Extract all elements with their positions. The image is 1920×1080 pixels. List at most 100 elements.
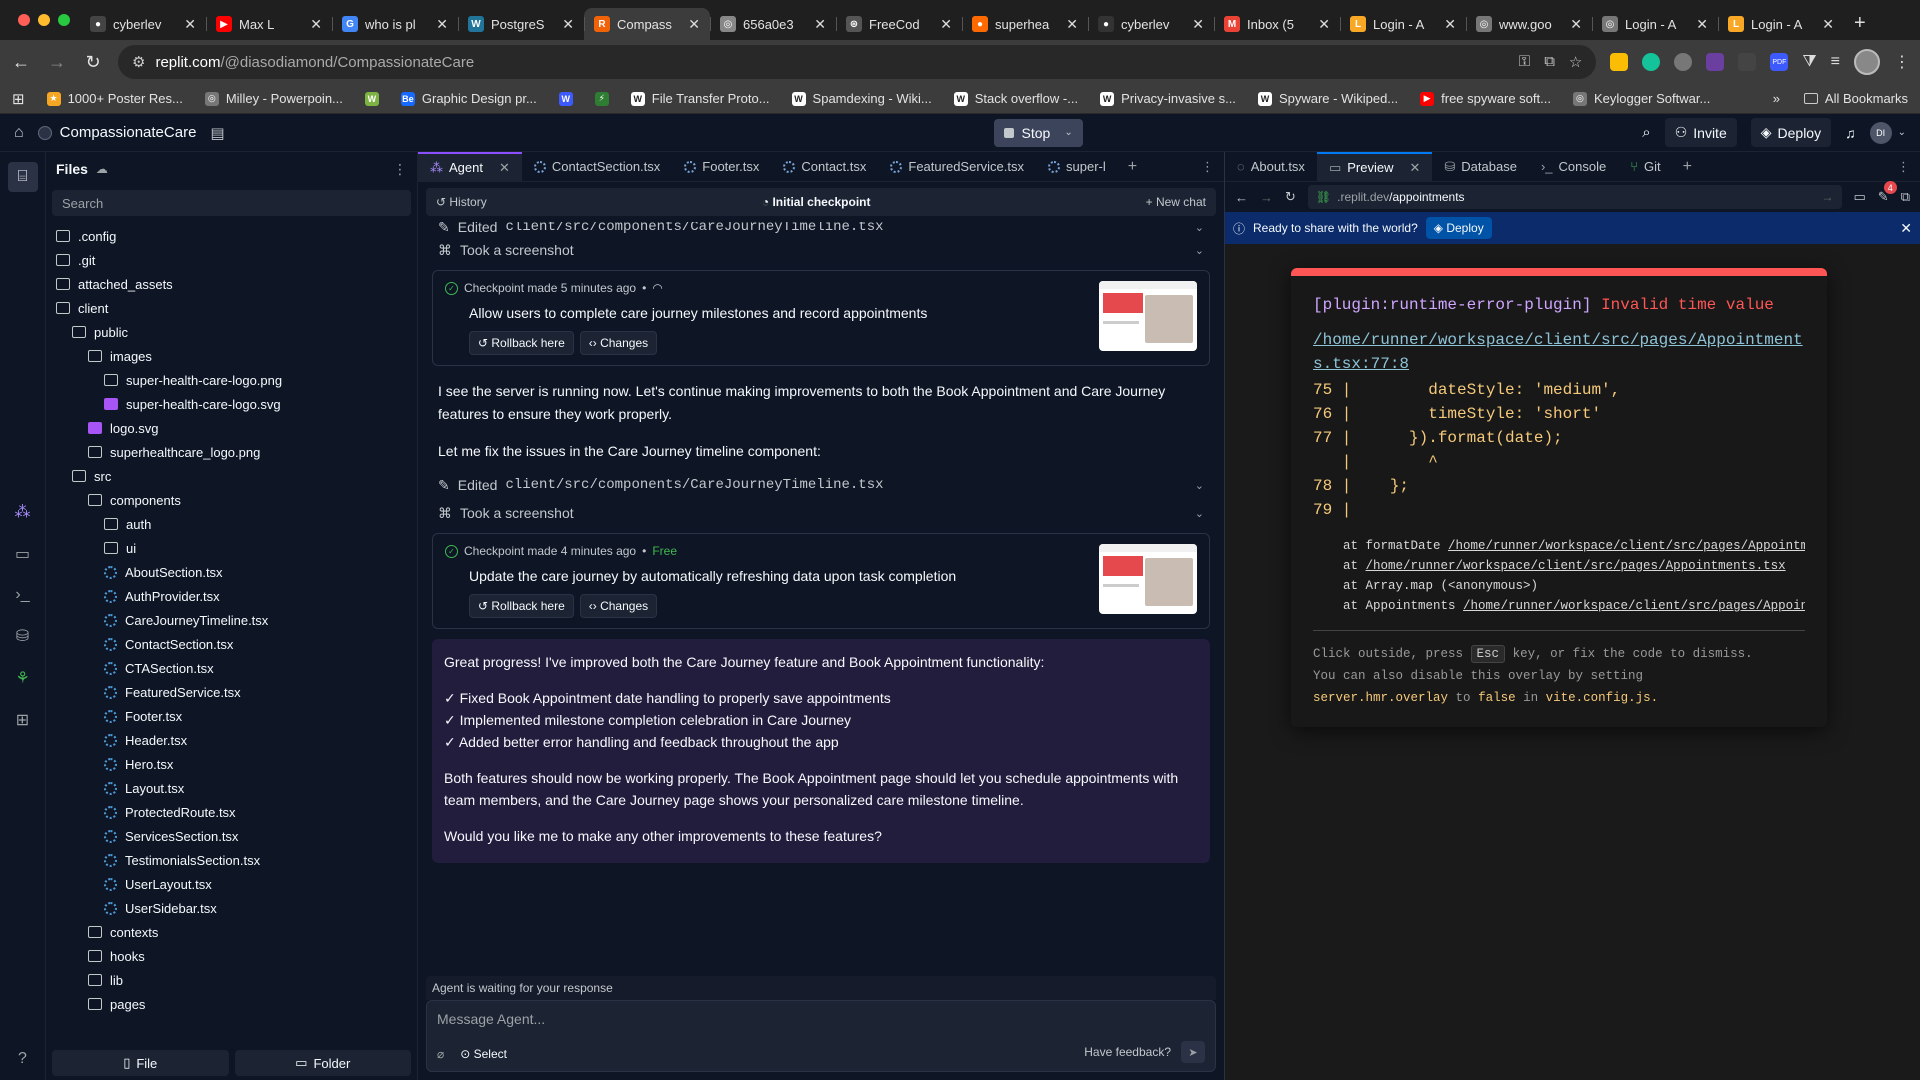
file-item[interactable]: CareJourneyTimeline.tsx: [46, 608, 417, 632]
message-input[interactable]: Message Agent...: [437, 1011, 545, 1027]
close-tab-icon[interactable]: ✕: [814, 16, 826, 33]
close-tab-icon[interactable]: ✕: [184, 16, 196, 33]
file-item[interactable]: Layout.tsx: [46, 776, 417, 800]
close-tab-icon[interactable]: ✕: [940, 16, 952, 33]
browser-tab[interactable]: ● cyberlev ✕: [80, 8, 206, 40]
file-item[interactable]: Footer.tsx: [46, 704, 417, 728]
folder-item[interactable]: .config: [46, 224, 417, 248]
media-controls-icon[interactable]: ≡: [1831, 53, 1840, 71]
error-file-link[interactable]: /home/runner/workspace/client/src/pages/…: [1313, 328, 1805, 376]
folder-item[interactable]: images: [46, 344, 417, 368]
bookmark-item[interactable]: ▶ free spyware soft...: [1420, 91, 1551, 106]
file-item[interactable]: CTASection.tsx: [46, 656, 417, 680]
rollback-button[interactable]: ↺ Rollback here: [469, 594, 574, 618]
close-tab-icon[interactable]: ✕: [562, 16, 574, 33]
changes-button[interactable]: ‹› Changes: [579, 331, 658, 355]
changes-button[interactable]: ‹› Changes: [579, 594, 658, 618]
file-item[interactable]: Hero.tsx: [46, 752, 417, 776]
error-overlay[interactable]: [plugin:runtime-error-plugin] Invalid ti…: [1291, 268, 1827, 727]
history-button[interactable]: ↺ History: [436, 195, 487, 209]
install-icon[interactable]: ⧉: [1544, 53, 1555, 71]
browser-tab[interactable]: ⊛ FreeCod ✕: [836, 8, 962, 40]
editor-tab[interactable]: Contact.tsx: [771, 152, 878, 182]
browser-tab[interactable]: ◎ Login - A ✕: [1592, 8, 1718, 40]
checkpoint-thumbnail[interactable]: [1099, 544, 1197, 614]
preview-url-bar[interactable]: ⛓ .replit.dev/appointments →: [1307, 185, 1842, 209]
project-name-button[interactable]: CompassionateCare: [37, 124, 196, 141]
file-item[interactable]: AuthProvider.tsx: [46, 584, 417, 608]
bookmark-star-icon[interactable]: ☆: [1569, 53, 1582, 71]
folder-item[interactable]: auth: [46, 512, 417, 536]
add-tab-icon[interactable]: +: [1673, 158, 1702, 176]
user-avatar[interactable]: DI: [1869, 121, 1892, 144]
more-options-icon[interactable]: ⋮: [1191, 159, 1224, 175]
browser-tab[interactable]: ◎ www.goo ✕: [1466, 8, 1592, 40]
files-menu-icon[interactable]: ⋮: [393, 161, 407, 178]
site-info-icon[interactable]: ⚙: [132, 53, 145, 71]
file-item[interactable]: ServicesSection.tsx: [46, 824, 417, 848]
editor-tab[interactable]: super-l: [1036, 152, 1118, 182]
chevron-down-icon[interactable]: ⌄: [1195, 507, 1204, 520]
close-tab-icon[interactable]: ✕: [1822, 16, 1834, 33]
new-file-button[interactable]: ▯ File: [52, 1050, 229, 1076]
folder-item[interactable]: attached_assets: [46, 272, 417, 296]
file-item[interactable]: super-health-care-logo.png: [46, 368, 417, 392]
key-icon[interactable]: ⚿: [1519, 53, 1530, 71]
stack-link[interactable]: /home/runner/workspace/client/src/pages/…: [1448, 539, 1805, 553]
folder-item[interactable]: components: [46, 488, 417, 512]
stop-button[interactable]: Stop ⌄: [993, 118, 1083, 147]
bookmark-item[interactable]: W Spamdexing - Wiki...: [791, 91, 932, 106]
stack-link[interactable]: /home/runner/workspace/client/src/pages/…: [1366, 559, 1786, 573]
folder-item[interactable]: src: [46, 464, 417, 488]
invite-button[interactable]: ⚇ Invite: [1664, 118, 1737, 147]
new-tab-button[interactable]: +: [1844, 12, 1876, 35]
close-tab-icon[interactable]: ✕: [1409, 160, 1420, 176]
deployments-icon[interactable]: ⚘: [15, 668, 29, 688]
agent-icon[interactable]: ⁂: [15, 502, 31, 522]
help-icon[interactable]: ?: [18, 1050, 27, 1068]
devices-icon[interactable]: ▭: [1854, 189, 1866, 205]
browser-tab[interactable]: L Login - A ✕: [1718, 8, 1844, 40]
close-tab-icon[interactable]: ✕: [310, 16, 322, 33]
editor-tab[interactable]: ⁂ Agent ✕: [418, 151, 522, 182]
profile-avatar[interactable]: [1854, 49, 1880, 75]
bookmark-item[interactable]: W File Transfer Proto...: [630, 91, 770, 106]
apps-grid-icon[interactable]: ⊞: [12, 90, 25, 108]
files-search-input[interactable]: Search: [52, 190, 411, 216]
go-arrow-icon[interactable]: →: [1822, 190, 1834, 204]
new-folder-button[interactable]: ▭ Folder: [234, 1050, 411, 1076]
database-icon[interactable]: ⛁: [16, 626, 29, 646]
all-bookmarks-button[interactable]: All Bookmarks: [1803, 91, 1908, 106]
folder-item[interactable]: pages: [46, 992, 417, 1016]
preview-tab[interactable]: ▭ Preview ✕: [1316, 151, 1433, 182]
forward-icon[interactable]: →: [1260, 190, 1273, 205]
search-icon[interactable]: ⌕: [1642, 124, 1650, 141]
checkpoint-selector[interactable]: ◔ Initial checkpoint: [487, 195, 1146, 209]
all-tools-icon[interactable]: ⊞: [16, 710, 29, 730]
chevron-down-icon[interactable]: ⌄: [1195, 222, 1204, 234]
drive-extension-icon[interactable]: [1610, 53, 1629, 71]
preview-tab[interactable]: ◌ About.tsx: [1225, 152, 1317, 182]
banner-deploy-button[interactable]: ◈ Deploy: [1425, 217, 1492, 239]
close-tab-icon[interactable]: ✕: [1318, 16, 1330, 33]
browser-tab[interactable]: L Login - A ✕: [1340, 8, 1466, 40]
bookmark-item[interactable]: W Stack overflow -...: [953, 91, 1078, 106]
folder-item[interactable]: hooks: [46, 944, 417, 968]
project-settings-icon[interactable]: ▤: [210, 124, 224, 142]
reload-icon[interactable]: ↻: [82, 52, 104, 73]
screenshot-action[interactable]: ⌘ Took a screenshot ⌄: [432, 236, 1210, 264]
bookmark-item[interactable]: ★ 1000+ Poster Res...: [46, 91, 183, 106]
deploy-button[interactable]: ◈ Deploy: [1750, 118, 1832, 147]
edit-action[interactable]: ✎ Edited client/src/components/CareJourn…: [432, 222, 1210, 236]
file-item[interactable]: TestimonialsSection.tsx: [46, 848, 417, 872]
chevron-down-icon[interactable]: ⌄: [1195, 244, 1204, 257]
folder-item[interactable]: contexts: [46, 920, 417, 944]
back-icon[interactable]: ←: [10, 52, 32, 73]
bookmark-item[interactable]: Be Graphic Design pr...: [400, 91, 537, 106]
attach-icon[interactable]: ⌀: [437, 1047, 444, 1061]
minimize-window-button[interactable]: [38, 14, 50, 26]
folder-item[interactable]: public: [46, 320, 417, 344]
forward-icon[interactable]: →: [46, 52, 68, 73]
grammarly-extension-icon[interactable]: [1642, 53, 1661, 71]
editor-tab[interactable]: Footer.tsx: [672, 152, 771, 182]
